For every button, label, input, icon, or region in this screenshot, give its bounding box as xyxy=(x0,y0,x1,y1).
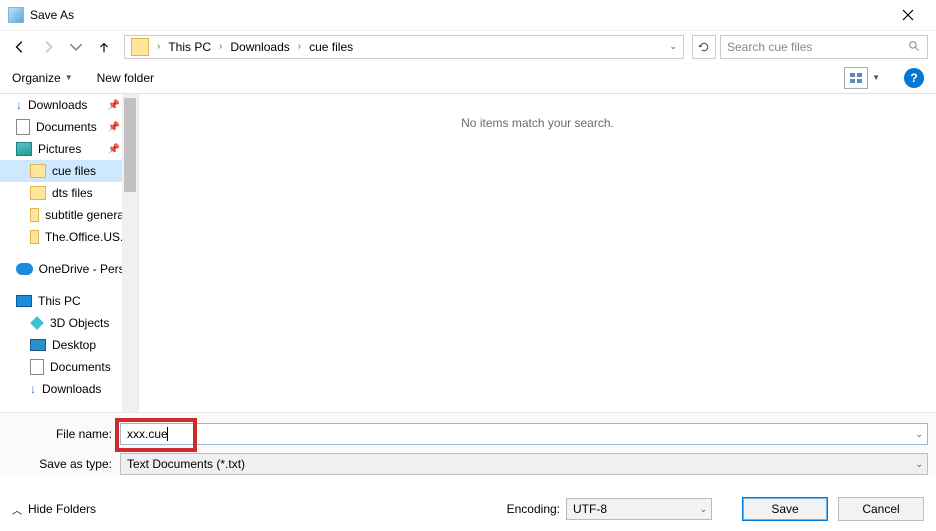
tree-item[interactable]: dts files xyxy=(0,182,138,204)
refresh-button[interactable] xyxy=(692,35,716,59)
savetype-label: Save as type: xyxy=(8,457,120,471)
savetype-value: Text Documents (*.txt) xyxy=(127,457,245,471)
tree-item-label: 3D Objects xyxy=(50,316,109,330)
tree-item[interactable]: Documents 📌 xyxy=(0,116,138,138)
encoding-combo[interactable]: UTF-8 ⌄ xyxy=(566,498,712,520)
empty-message: No items match your search. xyxy=(461,116,614,130)
chevron-down-icon[interactable]: ▼ xyxy=(872,73,880,82)
download-icon: ↓ xyxy=(16,98,22,112)
download-icon: ↓ xyxy=(30,382,36,396)
desktop-icon xyxy=(30,339,46,351)
close-icon xyxy=(902,9,914,21)
tree-item-label: Downloads xyxy=(42,382,101,396)
encoding-value: UTF-8 xyxy=(573,502,607,516)
search-placeholder: Search cue files xyxy=(727,40,812,54)
navbar: › This PC › Downloads › cue files ⌄ Sear… xyxy=(0,30,936,62)
filename-label: File name: xyxy=(8,427,120,441)
tree-item-label: cue files xyxy=(52,164,96,178)
tree-item-label: This PC xyxy=(38,294,81,308)
filename-value: xxx.cue xyxy=(127,427,168,441)
back-button[interactable] xyxy=(8,35,32,59)
nav-tree[interactable]: ↓ Downloads 📌 Documents 📌 Pictures 📌 cue files d… xyxy=(0,94,138,412)
tree-item-label: dts files xyxy=(52,186,93,200)
search-input[interactable]: Search cue files xyxy=(720,35,928,59)
3d-icon xyxy=(30,316,44,330)
tree-item[interactable]: Desktop xyxy=(0,334,138,356)
tree-item-label: Desktop xyxy=(52,338,96,352)
view-button[interactable] xyxy=(844,67,868,89)
folder-icon xyxy=(30,164,46,178)
chevron-down-icon[interactable]: ⌄ xyxy=(915,429,923,440)
tree-item[interactable]: Documents xyxy=(0,356,138,378)
tree-item-label: Documents xyxy=(50,360,111,374)
chevron-right-icon[interactable]: › xyxy=(294,41,305,52)
new-folder-button[interactable]: New folder xyxy=(97,71,154,85)
scrollbar[interactable] xyxy=(122,94,138,412)
pin-icon: 📌 xyxy=(108,100,120,111)
tree-item-label: Documents xyxy=(36,120,97,134)
pin-icon: 📌 xyxy=(108,122,120,133)
organize-button[interactable]: Organize▼ xyxy=(12,71,73,85)
text-cursor xyxy=(167,427,168,441)
tree-item-label: Downloads xyxy=(28,98,87,112)
toolbar: Organize▼ New folder ▼ ? xyxy=(0,62,936,94)
up-button[interactable] xyxy=(92,35,116,59)
tree-item[interactable]: cue files xyxy=(0,160,138,182)
tree-item[interactable]: ↓ Downloads xyxy=(0,378,138,400)
folder-icon xyxy=(131,38,149,56)
pin-icon: 📌 xyxy=(108,144,120,155)
footer: ︿ Hide Folders Encoding: UTF-8 ⌄ Save Ca… xyxy=(0,483,936,531)
chevron-down-icon[interactable]: ⌄ xyxy=(699,504,707,515)
chevron-right-icon[interactable]: › xyxy=(153,41,164,52)
folder-icon xyxy=(30,186,46,200)
scroll-thumb[interactable] xyxy=(124,98,136,192)
bottom-panel: File name: xxx.cue ⌄ Save as type: Text … xyxy=(0,412,936,475)
savetype-combo[interactable]: Text Documents (*.txt) ⌄ xyxy=(120,453,928,475)
breadcrumb-item[interactable]: This PC xyxy=(164,40,215,54)
forward-button[interactable] xyxy=(36,35,60,59)
hide-folders-button[interactable]: ︿ Hide Folders xyxy=(12,502,96,517)
breadcrumb-item[interactable]: Downloads xyxy=(226,40,293,54)
chevron-right-icon[interactable]: › xyxy=(215,41,226,52)
tree-item[interactable]: The.Office.US.S0 xyxy=(0,226,138,248)
address-bar[interactable]: › This PC › Downloads › cue files ⌄ xyxy=(124,35,684,59)
folder-icon xyxy=(30,208,39,222)
tree-item[interactable]: 3D Objects xyxy=(0,312,138,334)
file-list[interactable]: No items match your search. xyxy=(138,94,936,412)
document-icon xyxy=(30,359,44,375)
cancel-button[interactable]: Cancel xyxy=(838,497,924,521)
chevron-down-icon[interactable]: ⌄ xyxy=(915,459,923,470)
tree-item[interactable]: Pictures 📌 xyxy=(0,138,138,160)
pictures-icon xyxy=(16,142,32,156)
app-icon xyxy=(8,7,24,23)
breadcrumb-item[interactable]: cue files xyxy=(305,40,357,54)
cloud-icon xyxy=(16,263,33,275)
filename-input[interactable]: xxx.cue ⌄ xyxy=(120,423,928,445)
encoding-label: Encoding: xyxy=(507,502,560,516)
tree-item-label: Pictures xyxy=(38,142,81,156)
tree-item[interactable]: This PC xyxy=(0,290,138,312)
tree-item[interactable]: ↓ Downloads 📌 xyxy=(0,94,138,116)
window-title: Save As xyxy=(30,8,888,22)
chevron-down-icon[interactable]: ⌄ xyxy=(669,41,677,52)
tree-item[interactable]: subtitle generator xyxy=(0,204,138,226)
help-button[interactable]: ? xyxy=(904,68,924,88)
document-icon xyxy=(16,119,30,135)
chevron-up-icon: ︿ xyxy=(12,502,22,517)
chevron-down-icon: ▼ xyxy=(65,73,73,82)
close-button[interactable] xyxy=(888,1,928,29)
tree-item[interactable]: OneDrive - Person xyxy=(0,258,138,280)
search-icon xyxy=(908,40,921,53)
pc-icon xyxy=(16,295,32,307)
titlebar: Save As xyxy=(0,0,936,30)
save-button[interactable]: Save xyxy=(742,497,828,521)
recent-dropdown[interactable] xyxy=(64,35,88,59)
folder-icon xyxy=(30,230,39,244)
